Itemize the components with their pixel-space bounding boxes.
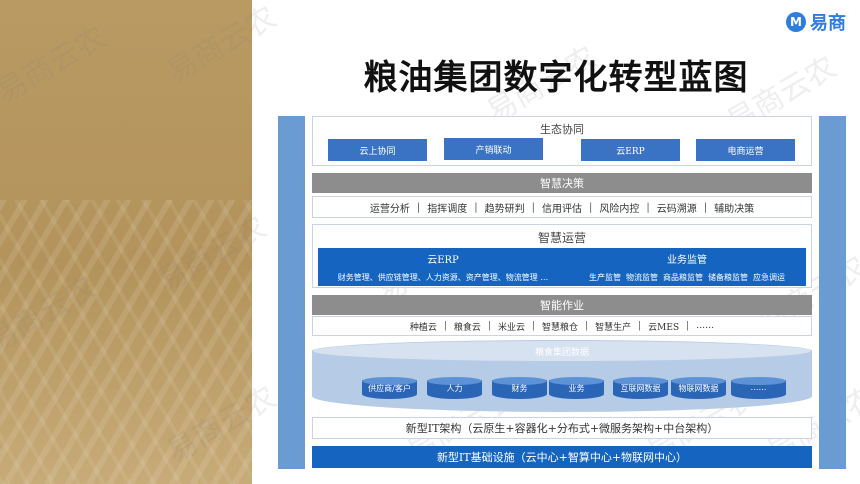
buildings-image bbox=[0, 200, 252, 484]
supervision-items: 生产监管 物流监管 商品粮监管 储备粮监管 应急调运 bbox=[568, 272, 806, 283]
database-item: 人力 bbox=[427, 377, 482, 399]
left-pillar bbox=[278, 116, 305, 469]
work-item: 米业云 bbox=[497, 322, 525, 333]
decision-item: 辅助决策 bbox=[714, 203, 755, 215]
supervision-item: 生产监管 bbox=[589, 273, 621, 282]
decision-item: 风险内控 bbox=[599, 203, 640, 215]
logo-text: 易商 bbox=[810, 13, 846, 34]
decision-item: 运营分析 bbox=[369, 203, 410, 215]
work-title: 智能作业 bbox=[312, 295, 812, 315]
page-title: 粮油集团数字化转型蓝图 bbox=[363, 58, 749, 98]
work-item: …… bbox=[696, 321, 715, 331]
decision-item: 信用评估 bbox=[542, 203, 582, 215]
database-label: 人力 bbox=[446, 384, 463, 393]
ecology-item: 产销联动 bbox=[444, 138, 543, 160]
decision-item: 指挥调度 bbox=[427, 203, 468, 215]
database-item: 物联网数据 bbox=[671, 377, 726, 399]
right-pillar bbox=[819, 116, 846, 469]
ecology-title: 生态协同 bbox=[540, 123, 584, 136]
database-label: 供应商/客户 bbox=[368, 384, 411, 393]
logo-icon: M bbox=[786, 12, 806, 32]
database-label: 互联网数据 bbox=[620, 384, 661, 393]
data-center-cylinder: 粮食集团数据 bbox=[312, 340, 812, 412]
ecology-item: 电商运营 bbox=[696, 139, 795, 161]
database-label: 物联网数据 bbox=[678, 384, 719, 393]
decision-items: 运营分析 | 指挥调度 | 趋势研判 | 信用评估 | 风险内控 | 云码溯源 | 辅助决策 bbox=[369, 201, 755, 215]
database-label: 财务 bbox=[511, 384, 528, 393]
supervision-title: 业务监管 bbox=[667, 255, 707, 266]
operations-title: 智慧运营 bbox=[537, 231, 586, 245]
supervision-item: 储备粮监管 bbox=[708, 273, 748, 282]
database-item: 供应商/客户 bbox=[362, 377, 417, 399]
supervision-item: 应急调运 bbox=[753, 273, 785, 282]
supervision-block: 业务监管 生产监管 物流监管 商品粮监管 储备粮监管 应急调运 bbox=[568, 248, 806, 286]
work-item: 智慧粮仓 bbox=[542, 322, 579, 333]
database-item: …… bbox=[731, 377, 786, 399]
erp-block: 云ERP 财务管理、供应链管理、人力资源、资产管理、物流管理 … bbox=[318, 248, 568, 286]
brand-logo: M 易商 bbox=[786, 9, 846, 35]
decorative-photo-panel bbox=[0, 0, 252, 484]
work-item: 云MES bbox=[648, 322, 680, 333]
work-item: 种植云 bbox=[409, 322, 437, 333]
erp-items: 财务管理、供应链管理、人力资源、资产管理、物流管理 … bbox=[337, 273, 549, 282]
ecology-item: 云上协同 bbox=[328, 139, 427, 161]
database-label: 业务 bbox=[568, 384, 585, 393]
database-item: 互联网数据 bbox=[613, 377, 668, 399]
decision-item: 趋势研判 bbox=[484, 203, 525, 215]
decision-item: 云码溯源 bbox=[656, 203, 697, 215]
work-items: 种植云 | 粮食云 | 米业云 | 智慧粮仓 | 智慧生产 | 云MES | …… bbox=[409, 321, 715, 333]
database-label: …… bbox=[750, 383, 767, 392]
it-infrastructure: 新型IT基础设施（云中心+智算中心+物联网中心） bbox=[312, 446, 812, 468]
database-item: 业务 bbox=[549, 377, 604, 399]
erp-title: 云ERP bbox=[427, 255, 459, 266]
ecology-item: 云ERP bbox=[581, 139, 680, 161]
supervision-item: 商品粮监管 bbox=[663, 273, 703, 282]
operations-panel: 云ERP 财务管理、供应链管理、人力资源、资产管理、物流管理 … 业务监管 生产… bbox=[318, 248, 806, 286]
data-center-title: 粮食集团数据 bbox=[312, 340, 812, 362]
it-architecture: 新型IT架构（云原生+容器化+分布式+微服务架构+中台架构） bbox=[312, 417, 812, 439]
database-item: 财务 bbox=[492, 377, 547, 399]
supervision-item: 物流监管 bbox=[626, 273, 658, 282]
decision-title: 智慧决策 bbox=[312, 173, 812, 193]
work-item: 粮食云 bbox=[453, 322, 481, 333]
work-item: 智慧生产 bbox=[595, 322, 632, 333]
